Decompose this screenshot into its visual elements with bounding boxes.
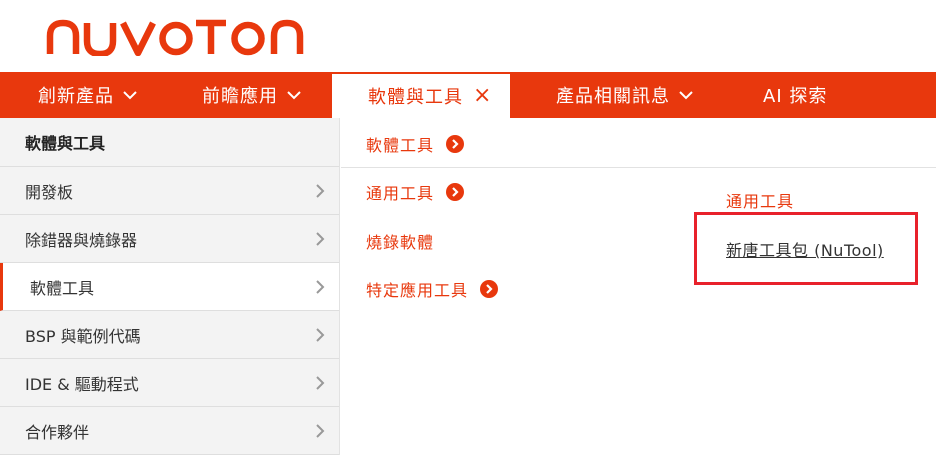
nutool-link[interactable]: 新唐工具包 (NuTool) (726, 237, 884, 261)
sidebar-item-label: 軟體工具 (30, 278, 95, 298)
submenu-divider (341, 167, 936, 168)
chevron-circle-right-icon (480, 280, 499, 298)
nav-item-software-tools[interactable]: 軟體與工具 × (332, 72, 510, 118)
sidebar-item-software-tools[interactable]: 軟體工具 (0, 263, 339, 311)
chevron-right-icon (316, 184, 325, 198)
nav-item-ai-explore[interactable]: AI 探索 (763, 72, 827, 118)
sidebar-item-label: BSP 與範例代碼 (25, 326, 141, 346)
chevron-down-icon (287, 91, 301, 100)
submenu-item-application-tools[interactable]: 特定應用工具 (366, 277, 499, 301)
chevron-down-icon (123, 91, 137, 100)
nav-item-label: 軟體與工具 (368, 87, 463, 108)
chevron-circle-right-icon (446, 135, 465, 153)
nav-item-label: 前瞻應用 (202, 86, 278, 107)
chevron-right-icon (316, 376, 325, 390)
sidebar-item-label: 合作夥伴 (25, 422, 90, 442)
nav-item-applications[interactable]: 前瞻應用 (202, 72, 302, 118)
close-icon[interactable]: × (473, 85, 492, 107)
submenu-item-general-tools[interactable]: 通用工具 (366, 180, 465, 204)
main-navbar: 創新產品 前瞻應用 軟體與工具 × 產品相關訊息 AI 探索 (0, 72, 936, 118)
submenu-item-label: 燒錄軟體 (366, 233, 435, 252)
sidebar-item-bsp-samples[interactable]: BSP 與範例代碼 (0, 311, 339, 359)
sidebar-item-ide-drivers[interactable]: IDE & 驅動程式 (0, 359, 339, 407)
nav-item-label: 產品相關訊息 (556, 86, 670, 107)
nav-item-product-info[interactable]: 產品相關訊息 (556, 72, 694, 118)
chevron-right-icon (316, 232, 325, 246)
nuvoton-logo[interactable] (46, 14, 308, 56)
detail-section-title: 通用工具 (726, 192, 795, 211)
sidebar-heading: 軟體與工具 (0, 118, 339, 167)
chevron-right-icon (316, 328, 325, 342)
submenu-item-programming-software[interactable]: 燒錄軟體 (366, 229, 434, 253)
chevron-right-icon (316, 280, 325, 294)
submenu-item-label: 通用工具 (366, 184, 435, 203)
nav-item-label: AI 探索 (763, 86, 828, 107)
sidebar-item-partners[interactable]: 合作夥伴 (0, 407, 339, 455)
chevron-down-icon (679, 91, 693, 100)
chevron-circle-right-icon (446, 183, 465, 201)
site-header (0, 0, 936, 72)
sidebar: 軟體與工具 開發板 除錯器與燒錄器 軟體工具 BSP 與範例代碼 IDE & 驅… (0, 118, 340, 455)
submenu-item-software-tools[interactable]: 軟體工具 (366, 132, 465, 156)
sidebar-item-label: 除錯器與燒錄器 (25, 230, 138, 250)
submenu-item-label: 特定應用工具 (366, 281, 469, 300)
sidebar-item-label: 開發板 (25, 182, 74, 202)
nav-item-label: 創新產品 (38, 86, 114, 107)
sidebar-item-dev-boards[interactable]: 開發板 (0, 167, 339, 215)
sidebar-item-label: IDE & 驅動程式 (25, 374, 139, 394)
nav-item-innovative-products[interactable]: 創新產品 (38, 72, 138, 118)
chevron-right-icon (316, 424, 325, 438)
submenu-panel: 軟體工具 通用工具 燒錄軟體 特定應用工具 (341, 118, 936, 455)
submenu-item-label: 軟體工具 (366, 136, 435, 155)
sidebar-item-debuggers[interactable]: 除錯器與燒錄器 (0, 215, 339, 263)
